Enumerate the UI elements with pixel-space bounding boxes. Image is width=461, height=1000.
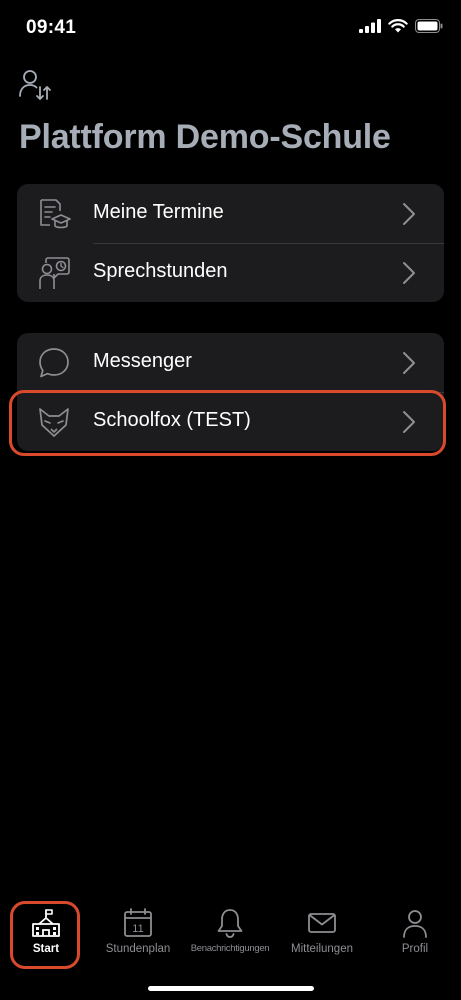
calendar-day-number: 11 bbox=[132, 923, 143, 935]
chevron-right-icon bbox=[403, 352, 415, 374]
menu-item-messenger[interactable]: Messenger bbox=[17, 333, 444, 393]
bell-icon bbox=[217, 909, 243, 938]
tab-label: Mitteilungen bbox=[290, 943, 353, 955]
status-time: 09:41 bbox=[26, 17, 77, 38]
home-indicator[interactable] bbox=[148, 986, 314, 991]
status-icons bbox=[359, 19, 443, 33]
status-bar: 09:41 bbox=[0, 0, 461, 56]
mail-icon bbox=[308, 913, 336, 933]
highlight-frame-schoolfox bbox=[9, 390, 446, 456]
tab-profil[interactable]: Profil bbox=[369, 907, 461, 967]
tab-label: Benachrichtigungen bbox=[190, 943, 270, 954]
switch-user-icon bbox=[19, 70, 51, 100]
signal-icon bbox=[359, 19, 381, 33]
menu-item-label: Meine Termine bbox=[93, 201, 224, 223]
tab-label: Profil bbox=[401, 943, 429, 955]
menu-group-appointments: Meine Termine Sprechstunden bbox=[17, 184, 444, 302]
battery-icon bbox=[415, 19, 443, 33]
tab-mitteilungen[interactable]: Mitteilungen bbox=[276, 907, 368, 967]
switch-account-button[interactable] bbox=[18, 68, 52, 102]
highlight-frame-start-tab bbox=[10, 901, 80, 969]
wifi-icon bbox=[388, 19, 408, 33]
menu-item-meine-termine[interactable]: Meine Termine bbox=[17, 184, 444, 244]
menu-item-label: Sprechstunden bbox=[93, 260, 228, 282]
menu-item-label: Messenger bbox=[93, 350, 192, 372]
chat-bubble-icon bbox=[39, 348, 69, 378]
tab-label: Stundenplan bbox=[105, 943, 171, 955]
appointments-icon bbox=[40, 199, 71, 229]
chevron-right-icon bbox=[403, 262, 415, 284]
calendar-icon: 11 bbox=[124, 908, 152, 937]
tab-benachrichtigungen[interactable]: Benachrichtigungen bbox=[184, 907, 276, 967]
chevron-right-icon bbox=[403, 203, 415, 225]
menu-item-sprechstunden[interactable]: Sprechstunden bbox=[17, 243, 444, 302]
page-title: Plattform Demo-Schule bbox=[19, 118, 391, 156]
office-hours-icon bbox=[39, 257, 70, 289]
tab-stundenplan[interactable]: 11 Stundenplan bbox=[92, 907, 184, 967]
person-icon bbox=[403, 910, 427, 938]
